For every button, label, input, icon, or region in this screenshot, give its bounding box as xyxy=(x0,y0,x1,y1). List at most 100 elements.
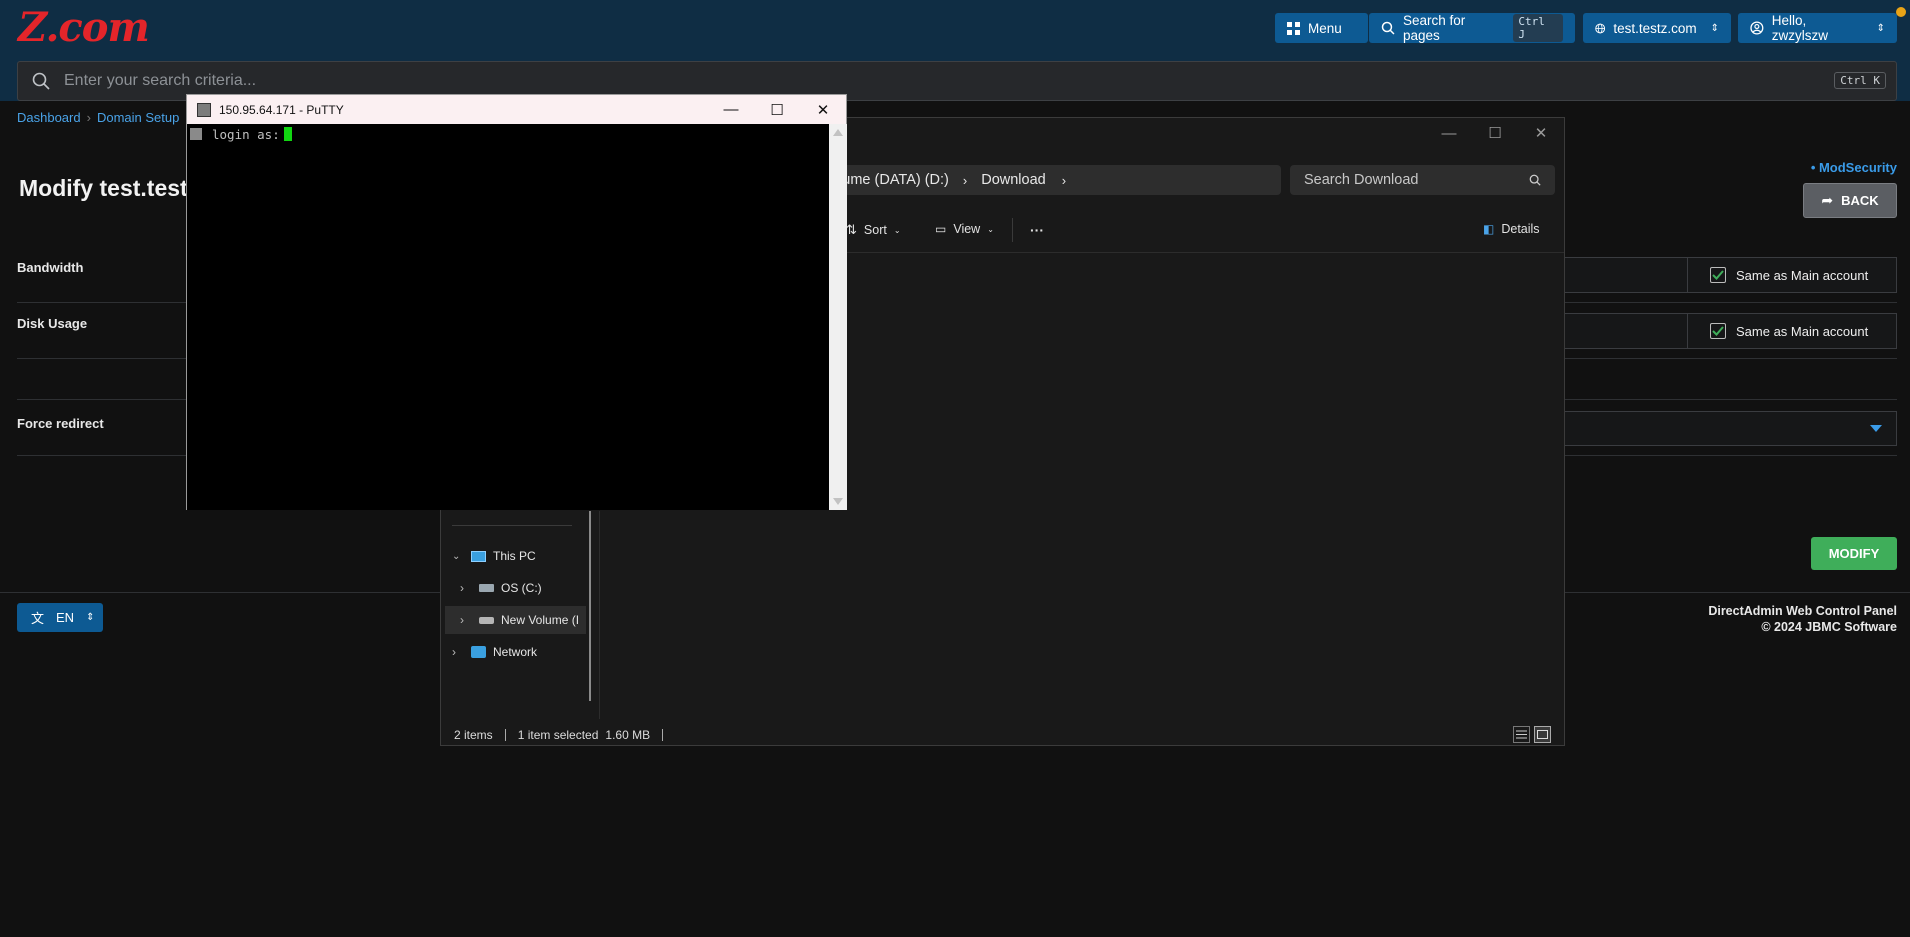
top-bar: Z.com Menu Search for pages Ctrl J test.… xyxy=(0,0,1910,101)
force-redirect-select[interactable] xyxy=(1560,411,1897,446)
details-button[interactable]: ◧ Details xyxy=(1483,222,1540,236)
checkbox-checked-icon xyxy=(1710,267,1726,283)
chevron-right-icon: › xyxy=(460,613,464,627)
nav-this-pc[interactable]: ⌄ This PC xyxy=(452,542,536,570)
status-item-count: 2 items xyxy=(454,728,493,742)
disk-usage-label: Disk Usage xyxy=(17,316,88,331)
back-button[interactable]: ➦ BACK xyxy=(1803,183,1897,218)
search-shortcut: Ctrl K xyxy=(1834,72,1886,89)
chevron-right-icon: › xyxy=(452,645,456,659)
page-title: Modify test.test xyxy=(19,175,188,201)
network-label: Network xyxy=(493,645,538,659)
bandwidth-same-as-main-checkbox[interactable]: Same as Main account xyxy=(1687,257,1897,293)
search-pages-button[interactable]: Search for pages Ctrl J xyxy=(1369,13,1575,43)
menu-button[interactable]: Menu xyxy=(1275,13,1368,43)
language-label: EN xyxy=(56,610,75,625)
footer-copyright: DirectAdmin Web Control Panel © 2024 JBM… xyxy=(1708,603,1897,635)
scroll-up-icon[interactable] xyxy=(833,129,843,136)
details-label: Details xyxy=(1501,222,1540,236)
breadcrumb-dashboard[interactable]: Dashboard xyxy=(17,110,81,125)
same-as-main-label: Same as Main account xyxy=(1736,267,1869,283)
sort-label: Sort xyxy=(863,223,887,237)
footer-line-1: DirectAdmin Web Control Panel xyxy=(1708,604,1897,618)
modsecurity-link[interactable]: • ModSecurity xyxy=(1811,160,1897,175)
putty-terminal[interactable]: login as: xyxy=(187,124,829,510)
nav-scrollbar[interactable] xyxy=(589,511,591,701)
sort-button[interactable]: ⇅ Sort ⌄ xyxy=(846,222,901,238)
explorer-status-bar: 2 items 1 item selected 1.60 MB xyxy=(441,724,1564,746)
search-icon xyxy=(1529,174,1541,186)
user-menu[interactable]: Hello, zwzylszw ⇕ xyxy=(1738,13,1897,43)
login-prompt: login as: xyxy=(212,127,280,142)
drive-icon xyxy=(479,616,494,624)
maximize-icon[interactable]: ☐ xyxy=(1472,118,1518,148)
drive-icon xyxy=(479,584,494,592)
address-volume-d[interactable]: olume (DATA) (D:) xyxy=(831,172,949,188)
address-download[interactable]: Download xyxy=(981,172,1046,188)
chevron-down-icon: ⌄ xyxy=(987,224,994,234)
notification-dot xyxy=(1896,7,1906,17)
chevron-right-icon: › xyxy=(962,172,968,188)
pane-separator xyxy=(599,511,600,719)
toolbar-separator xyxy=(1012,218,1013,242)
monitor-icon xyxy=(471,550,486,562)
updown-chevron-icon: ⇕ xyxy=(1710,22,1719,34)
tiles-view-icon[interactable] xyxy=(1534,726,1551,743)
sort-icon: ⇅ xyxy=(846,222,857,237)
explorer-search-placeholder: Search Download xyxy=(1304,172,1419,188)
putty-app-icon xyxy=(197,102,211,117)
back-label: BACK xyxy=(1841,193,1879,208)
putty-title: 150.95.64.171 - PuTTY xyxy=(219,102,344,117)
minimize-icon[interactable]: — xyxy=(708,95,754,124)
updown-chevron-icon: ⇕ xyxy=(86,612,95,623)
same-as-main-label: Same as Main account xyxy=(1736,323,1869,339)
zcom-logo[interactable]: Z.com xyxy=(18,8,150,48)
chevron-right-icon: › xyxy=(1061,172,1067,188)
new-volume-label: New Volume (I xyxy=(501,613,580,627)
putty-scrollbar[interactable] xyxy=(829,124,847,510)
bandwidth-label: Bandwidth xyxy=(17,260,84,275)
search-pages-shortcut: Ctrl J xyxy=(1513,14,1563,42)
footer-line-2: © 2024 JBMC Software xyxy=(1761,620,1897,634)
breadcrumb-domain-setup[interactable]: Domain Setup xyxy=(97,110,179,125)
close-icon[interactable]: ✕ xyxy=(800,95,846,124)
maximize-icon[interactable]: ☐ xyxy=(754,95,800,124)
putty-titlebar[interactable]: 150.95.64.171 - PuTTY — ☐ ✕ xyxy=(187,95,846,124)
network-icon xyxy=(471,646,486,658)
menu-label: Menu xyxy=(1308,20,1342,36)
view-icon: ▭ xyxy=(935,222,947,236)
view-label: View xyxy=(953,222,981,236)
putty-window[interactable]: 150.95.64.171 - PuTTY — ☐ ✕ login as: xyxy=(186,94,847,510)
globe-icon xyxy=(1595,23,1606,33)
more-options-button[interactable]: ··· xyxy=(1030,222,1044,238)
chevron-down-icon: ⌄ xyxy=(893,225,901,235)
nav-os-c[interactable]: › OS (C:) xyxy=(460,574,542,602)
details-pane-icon: ◧ xyxy=(1483,222,1495,236)
scroll-down-icon[interactable] xyxy=(833,498,843,505)
translate-icon: 文 xyxy=(31,611,45,626)
breadcrumb-separator: › xyxy=(86,110,91,125)
view-toggle xyxy=(1513,726,1551,743)
language-selector[interactable]: 文 EN ⇕ xyxy=(17,603,103,632)
checkbox-checked-icon xyxy=(1710,323,1726,339)
explorer-search-input[interactable]: Search Download xyxy=(1290,165,1555,195)
search-pages-label: Search for pages xyxy=(1402,13,1466,43)
modify-button[interactable]: MODIFY xyxy=(1811,537,1897,570)
caret-down-icon xyxy=(1870,425,1882,432)
domain-selector[interactable]: test.testz.com ⇕ xyxy=(1583,13,1731,43)
grid-icon xyxy=(1287,21,1300,35)
nav-new-volume[interactable]: › New Volume (I xyxy=(445,606,586,634)
details-view-icon[interactable] xyxy=(1513,726,1530,743)
disk-usage-same-as-main-checkbox[interactable]: Same as Main account xyxy=(1687,313,1897,349)
chevron-right-icon: › xyxy=(460,581,464,595)
search-placeholder: Enter your search criteria... xyxy=(64,72,257,89)
minimize-icon[interactable]: — xyxy=(1426,118,1472,148)
close-icon[interactable]: ✕ xyxy=(1518,118,1564,148)
nav-network[interactable]: › Network xyxy=(452,638,537,666)
nav-divider xyxy=(452,525,572,526)
view-button[interactable]: ▭ View ⌄ xyxy=(935,222,994,236)
status-size: 1.60 MB xyxy=(605,728,651,742)
user-circle-icon xyxy=(1750,21,1764,35)
status-selected: 1 item selected xyxy=(517,728,599,742)
os-c-label: OS (C:) xyxy=(501,581,542,595)
